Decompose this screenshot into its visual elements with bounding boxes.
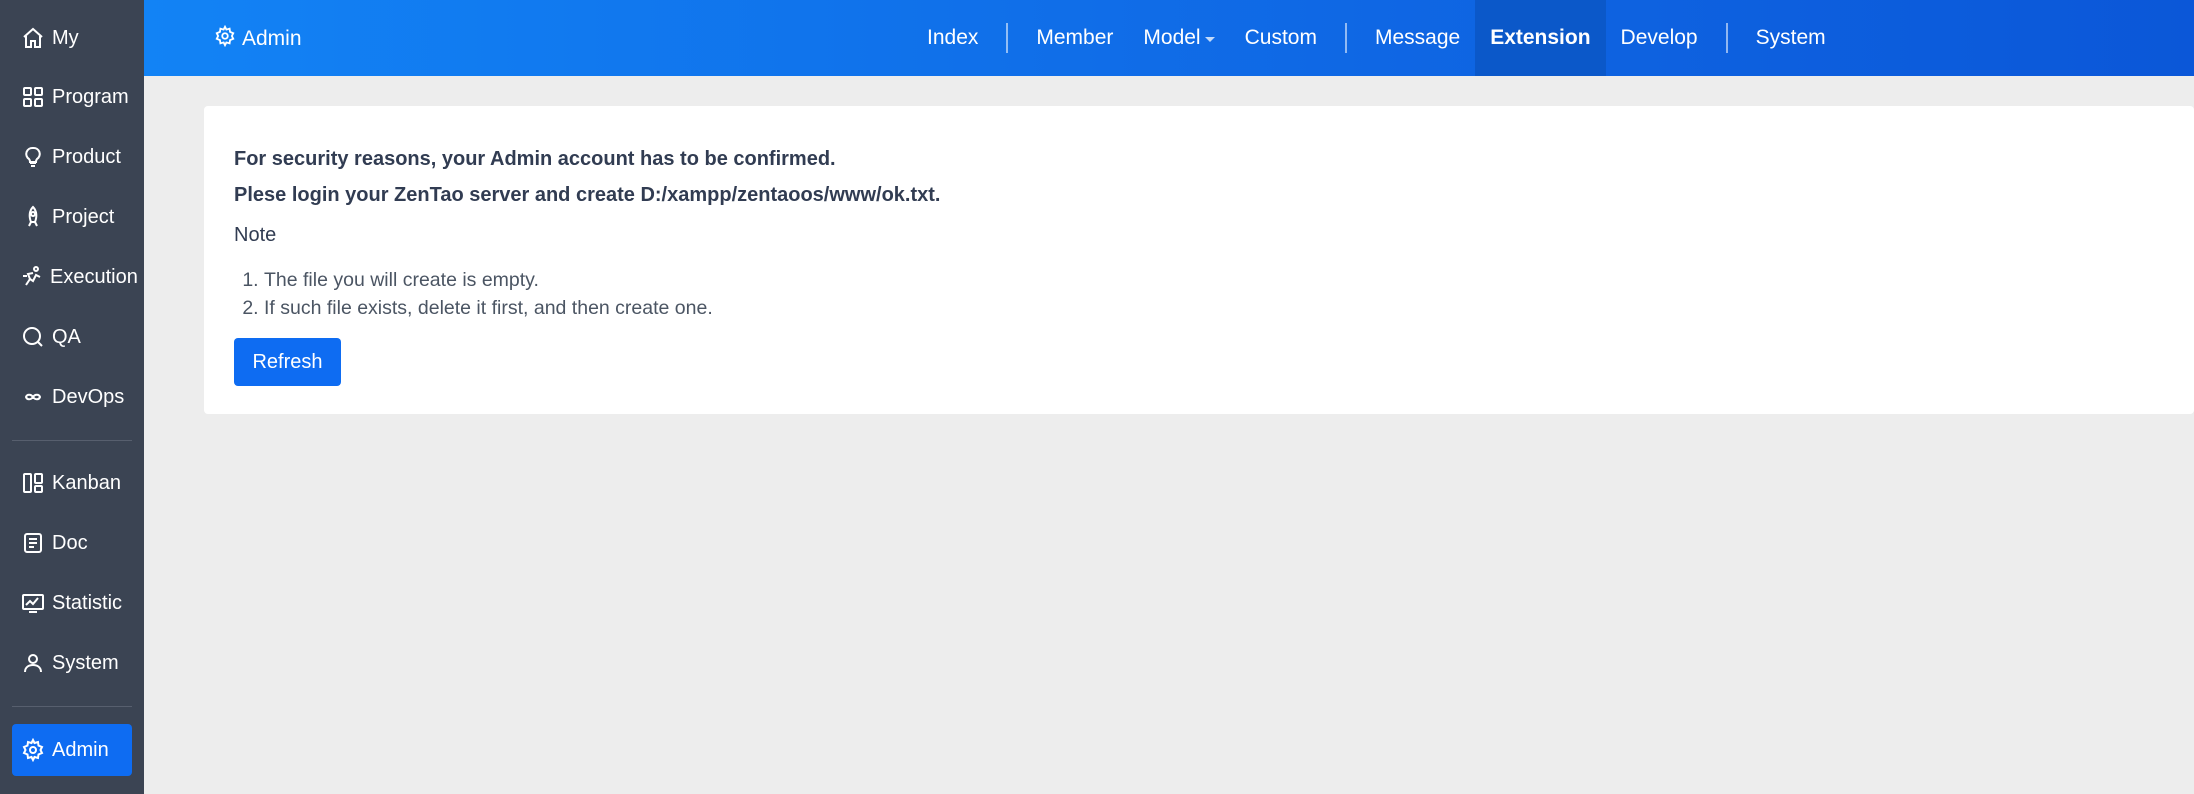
bulb-icon (20, 144, 46, 170)
sidebar-item-qa[interactable]: QA (12, 311, 132, 363)
tab-develop[interactable]: Develop (1606, 0, 1713, 76)
rocket-icon (20, 204, 46, 230)
nav-divider (1344, 23, 1347, 53)
sidebar-item-my[interactable]: My (12, 12, 132, 64)
sidebar-item-label: Project (52, 205, 115, 228)
chevron-down-icon (1204, 36, 1215, 42)
sidebar-item-label: Admin (52, 738, 109, 761)
sidebar-item-label: DevOps (52, 385, 125, 408)
sidebar-item-execution[interactable]: Execution (12, 251, 138, 303)
sidebar-item-label: My (52, 26, 79, 49)
section-title-label: Admin (242, 27, 302, 50)
note-title: Note (234, 224, 277, 246)
nav-divider (1725, 23, 1728, 53)
sidebar-item-doc[interactable]: Doc (12, 517, 132, 569)
sidebar-item-label: System (52, 651, 119, 674)
tab-system[interactable]: System (1741, 0, 1841, 76)
confirm-panel: For security reasons, your Admin account… (204, 106, 2194, 414)
tab-extension[interactable]: Extension (1475, 0, 1606, 76)
tab-model-label: Model (1143, 26, 1201, 49)
grid-icon (20, 84, 46, 110)
nav-divider (1006, 23, 1009, 53)
monitor-chart-icon (20, 590, 46, 616)
tab-custom[interactable]: Custom (1230, 0, 1332, 76)
user-icon (20, 650, 46, 676)
sidebar-item-label: Kanban (52, 471, 121, 494)
section-title[interactable]: Admin (214, 24, 302, 54)
sidebar-item-admin[interactable]: Admin (12, 724, 132, 776)
gear-icon (20, 737, 46, 763)
sidebar-item-product[interactable]: Product (12, 131, 132, 183)
note-list: The file you will create is empty. If su… (234, 266, 713, 322)
sidebar-item-program[interactable]: Program (12, 71, 132, 123)
run-icon (20, 264, 44, 290)
security-message: For security reasons, your Admin account… (234, 148, 836, 170)
sidebar-item-statistic[interactable]: Statistic (12, 577, 132, 629)
home-icon (20, 25, 46, 51)
gear-icon (214, 24, 236, 53)
sidebar-item-label: QA (52, 325, 81, 348)
sidebar-item-devops[interactable]: DevOps (12, 371, 132, 423)
list-item: The file you will create is empty. (264, 266, 713, 294)
tab-model[interactable]: Model (1128, 0, 1229, 76)
sidebar-item-label: Execution (50, 265, 138, 288)
tab-message[interactable]: Message (1360, 0, 1475, 76)
main-nav: Index Member Model Custom Message Extens… (912, 0, 1841, 76)
infinity-icon (20, 384, 46, 410)
main-sidebar: My Program Product Project Execution QA (0, 0, 144, 794)
sidebar-item-kanban[interactable]: Kanban (12, 457, 132, 509)
magnifier-icon (20, 324, 46, 350)
sidebar-item-label: Doc (52, 531, 88, 554)
refresh-button[interactable]: Refresh (234, 338, 341, 386)
doc-icon (20, 530, 46, 556)
instruction-message: Plese login your ZenTao server and creat… (234, 184, 941, 206)
top-navbar: Admin Index Member Model Custom Message … (144, 0, 2194, 76)
sidebar-divider (12, 706, 132, 707)
tab-member[interactable]: Member (1021, 0, 1128, 76)
sidebar-item-label: Product (52, 145, 121, 168)
sidebar-item-label: Statistic (52, 591, 123, 614)
kanban-icon (20, 470, 46, 496)
sidebar-item-system[interactable]: System (12, 637, 132, 689)
sidebar-divider (12, 440, 132, 441)
sidebar-item-label: Program (52, 85, 129, 108)
sidebar-item-project[interactable]: Project (12, 191, 132, 243)
tab-index[interactable]: Index (912, 0, 993, 76)
list-item: If such file exists, delete it first, an… (264, 294, 713, 322)
